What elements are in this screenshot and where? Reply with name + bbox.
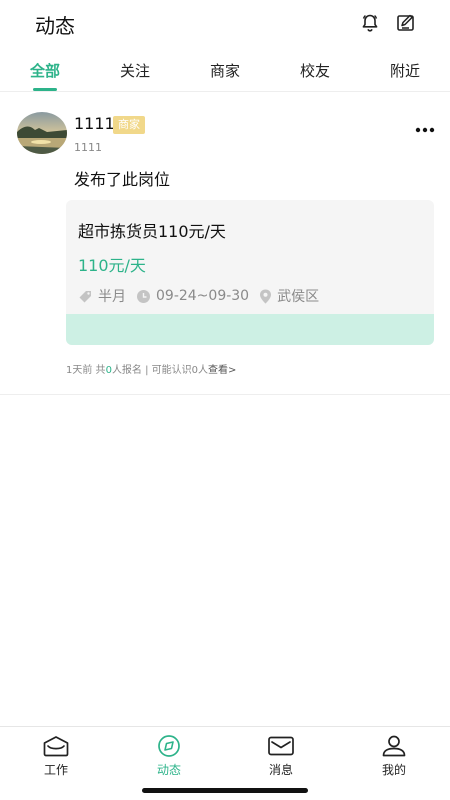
more-options-icon[interactable] xyxy=(414,120,436,133)
post-content: 发布了此岗位 xyxy=(74,170,171,189)
job-meta: 半月 09-24~09-30 武侯区 xyxy=(78,286,329,306)
nav-feed[interactable]: 动态 xyxy=(139,735,199,785)
location-pin-icon xyxy=(260,289,272,303)
tab-all[interactable]: 全部 xyxy=(15,60,75,81)
job-period: 半月 xyxy=(78,286,126,306)
tab-nearby[interactable]: 附近 xyxy=(375,60,435,81)
post-username[interactable]: 1111 xyxy=(74,114,115,133)
nav-messages[interactable]: 消息 xyxy=(251,735,311,785)
feed-tabs: 全部 关注 商家 校友 附近 xyxy=(0,50,450,92)
post-time: 1天前 xyxy=(66,365,93,376)
edit-icon[interactable] xyxy=(395,12,417,34)
known-people: 可能认识0人 xyxy=(151,365,209,376)
page-title: 动态 xyxy=(35,14,75,38)
tab-merchants[interactable]: 商家 xyxy=(195,60,255,81)
avatar[interactable] xyxy=(17,112,67,154)
post-footer: 1天前 共0人报名 | 可能认识0人查看> xyxy=(66,365,237,376)
job-card-band xyxy=(66,314,434,345)
nav-profile[interactable]: 我的 xyxy=(364,735,424,785)
profile-icon xyxy=(382,735,406,757)
view-link[interactable]: 查看> xyxy=(208,365,236,376)
message-icon xyxy=(268,736,294,756)
job-location: 武侯区 xyxy=(259,286,319,306)
merchant-badge: 商家 xyxy=(113,116,145,134)
tab-alumni[interactable]: 校友 xyxy=(285,60,345,81)
job-title: 超市拣货员110元/天 xyxy=(78,222,226,241)
job-period-label: 半月 xyxy=(98,289,126,305)
bell-icon[interactable] xyxy=(359,12,381,34)
work-icon xyxy=(43,736,69,757)
feed-post: 1111 商家 1111 发布了此岗位 超市拣货员110元/天 110元/天 半… xyxy=(0,96,450,396)
job-dates: 09-24~09-30 xyxy=(136,288,249,304)
nav-work[interactable]: 工作 xyxy=(26,735,86,785)
feed-icon xyxy=(158,735,180,757)
active-tab-indicator xyxy=(33,88,57,91)
post-subname: 1111 xyxy=(74,141,102,154)
top-bar: 动态 xyxy=(0,0,450,46)
job-district-label: 武侯区 xyxy=(277,289,320,305)
tab-following[interactable]: 关注 xyxy=(105,60,165,81)
tag-icon xyxy=(79,290,91,302)
home-indicator xyxy=(142,788,308,793)
job-card[interactable]: 超市拣货员110元/天 110元/天 半月 09-24~09-30 武侯区 xyxy=(66,200,434,345)
clock-icon xyxy=(137,289,150,303)
job-dates-label: 09-24~09-30 xyxy=(156,288,250,304)
post-divider xyxy=(0,394,450,395)
job-salary: 110元/天 xyxy=(78,256,146,275)
